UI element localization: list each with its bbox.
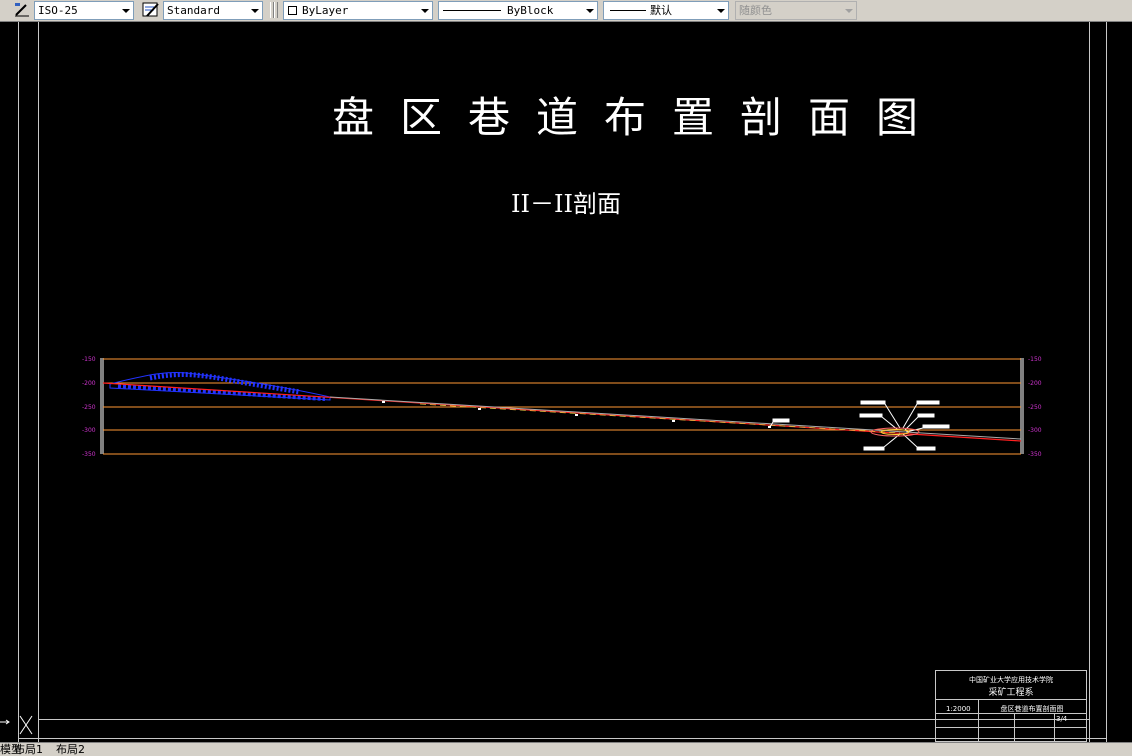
elevation-label-right: -250: [1028, 404, 1042, 411]
elevation-label-right: -350: [1028, 451, 1042, 458]
title-block-department: 采矿工程系: [988, 688, 1034, 698]
title-block-divider: [936, 699, 1086, 700]
survey-point: [382, 401, 385, 403]
dimstyle-dropdown[interactable]: ISO-25: [34, 1, 134, 20]
annotation-tag: [916, 400, 940, 405]
dimstyle-value: ISO-25: [38, 4, 78, 17]
survey-point: [672, 420, 675, 422]
elevation-grid: [103, 358, 1021, 455]
section-profile: -150 -200 -250 -300 -350 -150 -200 -250 …: [82, 356, 1042, 458]
title-block-sheet: 3/4: [1056, 715, 1072, 723]
elevation-label-left: -350: [82, 451, 96, 458]
elevation-label-left: -150: [82, 356, 96, 363]
color-dropdown[interactable]: ByLayer: [283, 1, 433, 20]
title-block-divider: [1054, 713, 1055, 741]
goaf-outline: [109, 372, 331, 401]
tab-layout1[interactable]: 布局1: [14, 743, 43, 756]
lineweight-value: 默认: [650, 4, 672, 17]
annotation-tag: [860, 400, 886, 405]
elevation-label-right: -200: [1028, 380, 1042, 387]
title-block-divider: [1014, 713, 1015, 741]
chevron-down-icon[interactable]: [713, 2, 728, 19]
chevron-down-icon[interactable]: [247, 2, 262, 19]
textstyle-value: Standard: [167, 4, 220, 17]
ucs-icon: [0, 715, 33, 735]
tab-layout2[interactable]: 布局2: [56, 743, 85, 756]
survey-point: [575, 414, 578, 416]
title-block-divider: [936, 727, 1086, 728]
lineweight-sample-icon: [610, 10, 646, 11]
text-style-icon[interactable]: [141, 1, 161, 19]
dimension-style-icon[interactable]: [12, 1, 32, 19]
chevron-down-icon[interactable]: [118, 2, 133, 19]
title-block-scale: 1:2000: [946, 705, 971, 713]
chevron-down-icon[interactable]: [582, 2, 597, 19]
survey-point: [478, 408, 481, 410]
leader-line: [769, 421, 774, 428]
textstyle-dropdown[interactable]: Standard: [163, 1, 263, 20]
lineweight-dropdown[interactable]: 默认: [603, 1, 729, 20]
plotstyle-dropdown: 随颜色: [735, 1, 857, 20]
elevation-label-right: -300: [1028, 427, 1042, 434]
linetype-sample-icon: [443, 10, 501, 11]
chevron-down-icon: [841, 2, 856, 19]
elevation-label-left: -250: [82, 404, 96, 411]
linetype-value: ByBlock: [507, 4, 554, 17]
annotation-tag: [859, 413, 883, 418]
elevation-label-right: -150: [1028, 356, 1042, 363]
layout-tabs: 模型 布局1 布局2: [0, 742, 1132, 756]
plotstyle-value: 随颜色: [739, 4, 772, 17]
annotation-tag: [917, 413, 935, 418]
annotation-tag: [922, 424, 950, 429]
title-block-school: 中国矿业大学应用技术学院: [969, 676, 1053, 684]
title-block: 中国矿业大学应用技术学院 采矿工程系 盘区巷道布置剖面图 1:2000 3/4: [935, 670, 1087, 742]
toolbar-grip[interactable]: [274, 2, 278, 18]
linetype-dropdown[interactable]: ByBlock: [438, 1, 598, 20]
annotation-tag: [916, 446, 936, 451]
title-block-divider: [936, 713, 1086, 714]
chevron-down-icon[interactable]: [417, 2, 432, 19]
annotation-tag: [772, 418, 790, 423]
elevation-label-left: -200: [82, 380, 96, 387]
annotation-tag: [863, 446, 885, 451]
color-swatch-icon: [288, 6, 297, 15]
model-space[interactable]: 盘区巷道布置剖面图 II－II剖面 -150 -200 -250 -300 -3…: [0, 22, 1132, 742]
color-value: ByLayer: [302, 4, 349, 17]
elevation-label-left: -300: [82, 427, 96, 434]
leader-line: [884, 403, 901, 429]
properties-toolbar: ISO-25 Standard ByLayer ByBlock 默认 随颜色: [0, 0, 1132, 22]
